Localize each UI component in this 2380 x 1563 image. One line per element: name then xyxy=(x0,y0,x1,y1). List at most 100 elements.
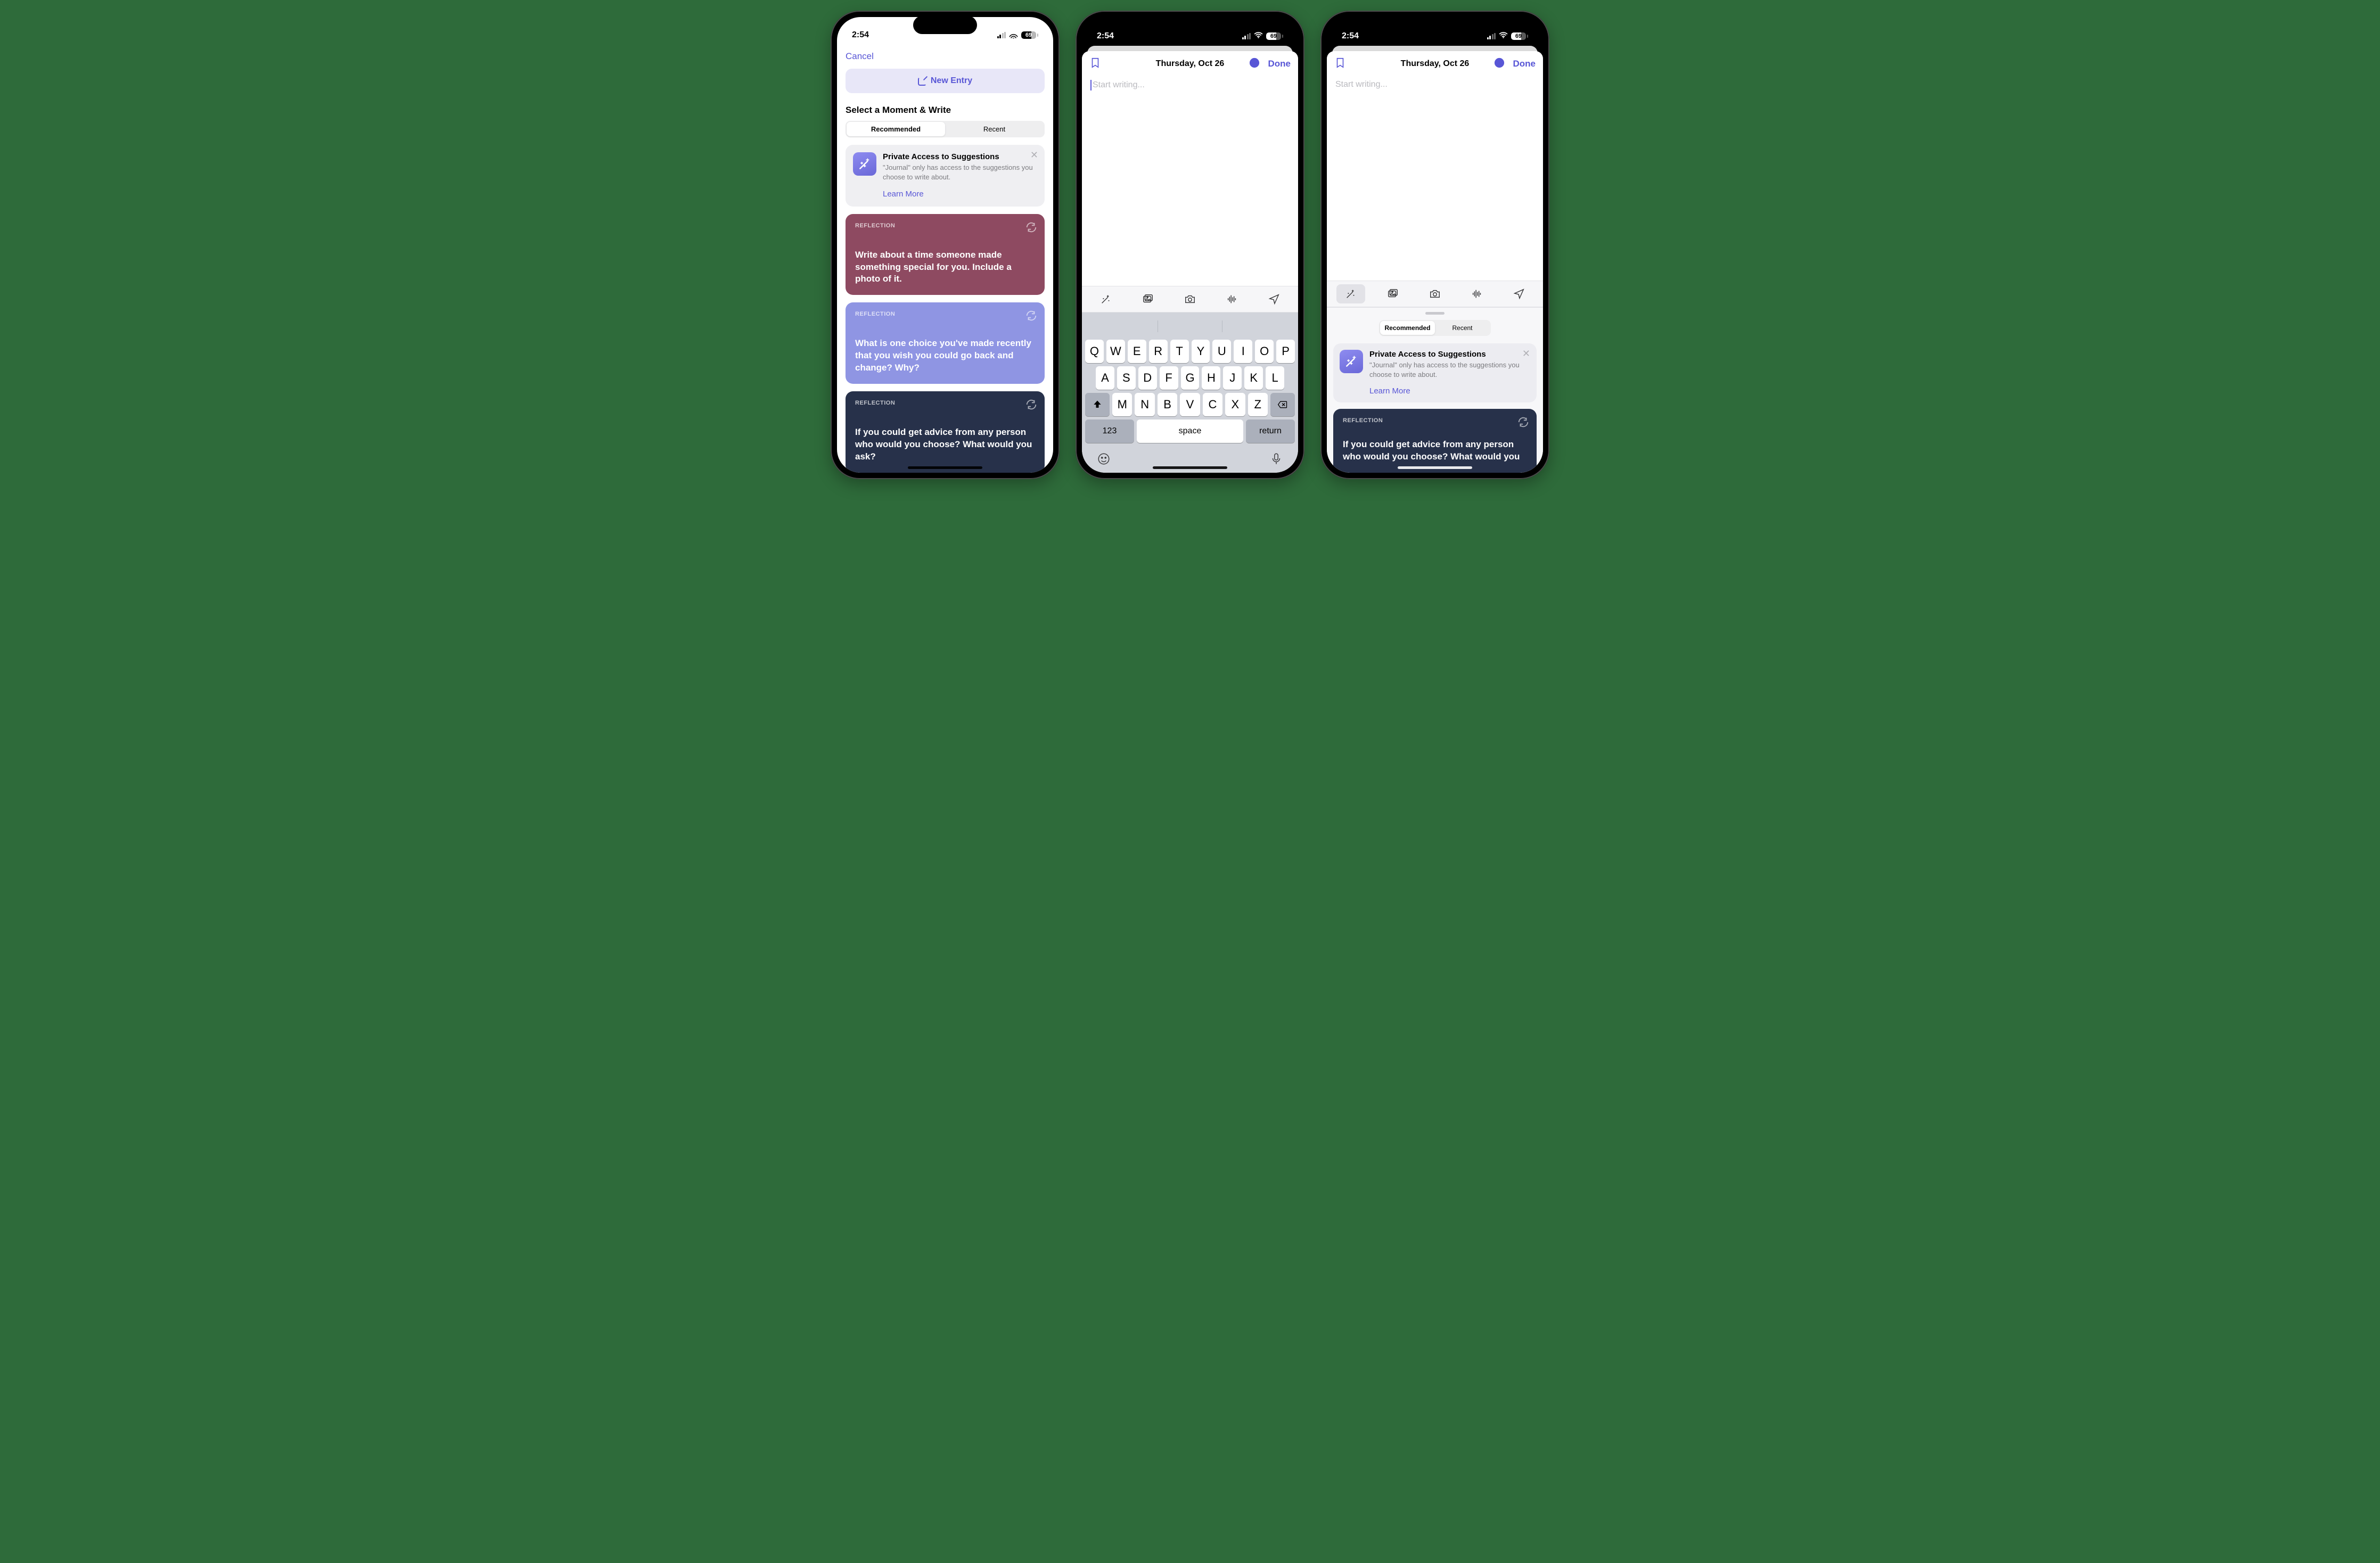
key-q[interactable]: Q xyxy=(1085,340,1104,363)
cancel-button[interactable]: Cancel xyxy=(846,51,874,62)
reflection-card-2[interactable]: REFLECTION What is one choice you've mad… xyxy=(846,302,1045,384)
key-p[interactable]: P xyxy=(1276,340,1295,363)
editor-textarea[interactable]: Start writing... xyxy=(1327,77,1543,281)
toolbar-location-icon[interactable] xyxy=(1260,290,1289,309)
key-g[interactable]: G xyxy=(1181,366,1200,390)
key-s[interactable]: S xyxy=(1117,366,1136,390)
privacy-body: "Journal" only has access to the suggest… xyxy=(883,163,1037,182)
toolbar-audio-icon[interactable] xyxy=(1463,284,1491,303)
emoji-key[interactable] xyxy=(1097,452,1111,468)
toolbar-suggestions-icon[interactable] xyxy=(1091,290,1120,309)
reflection-card-1[interactable]: REFLECTION Write about a time someone ma… xyxy=(846,214,1045,295)
close-icon[interactable]: ✕ xyxy=(1522,349,1530,358)
bookmark-icon[interactable] xyxy=(1089,57,1101,71)
keyboard-bottom-row xyxy=(1084,445,1296,470)
key-i[interactable]: I xyxy=(1234,340,1252,363)
keyboard-row-3: MNBVCXZ xyxy=(1084,391,1296,418)
space-key[interactable]: space xyxy=(1137,419,1243,443)
status-right: 69 xyxy=(997,31,1039,39)
home-indicator[interactable] xyxy=(1153,466,1227,469)
done-button[interactable]: Done xyxy=(1513,59,1536,69)
segment-recent[interactable]: Recent xyxy=(945,122,1044,136)
dynamic-island xyxy=(1403,16,1467,34)
new-entry-label: New Entry xyxy=(931,76,972,86)
key-v[interactable]: V xyxy=(1180,393,1200,416)
segment-recent[interactable]: Recent xyxy=(1435,321,1490,335)
key-r[interactable]: R xyxy=(1149,340,1168,363)
segmented-control[interactable]: Recommended Recent xyxy=(846,121,1045,137)
refresh-icon[interactable] xyxy=(1517,416,1529,431)
wifi-icon xyxy=(1009,32,1018,38)
refresh-icon[interactable] xyxy=(1025,310,1037,324)
learn-more-link[interactable]: Learn More xyxy=(883,190,924,199)
key-x[interactable]: X xyxy=(1225,393,1245,416)
key-c[interactable]: C xyxy=(1203,393,1222,416)
editor-date: Thursday, Oct 26 xyxy=(1401,59,1470,69)
toolbar-photos-icon[interactable] xyxy=(1378,284,1407,303)
screen-3: 2:54 69 Thursday, Oct 26 Done xyxy=(1327,17,1543,473)
bookmark-icon[interactable] xyxy=(1334,57,1346,71)
toolbar-audio-icon[interactable] xyxy=(1218,290,1246,309)
ellipsis-icon[interactable] xyxy=(1493,57,1505,71)
dynamic-island xyxy=(1158,16,1222,34)
keyboard-row-1: QWERTYUIOP xyxy=(1084,338,1296,365)
segmented-control[interactable]: Recommended Recent xyxy=(1379,320,1491,336)
text-caret xyxy=(1090,80,1091,91)
key-m[interactable]: M xyxy=(1112,393,1132,416)
key-e[interactable]: E xyxy=(1128,340,1146,363)
new-entry-button[interactable]: New Entry xyxy=(846,69,1045,93)
screen-2: 2:54 69 Thursday, Oct 26 Done xyxy=(1082,17,1298,473)
backspace-key[interactable] xyxy=(1270,393,1295,416)
home-indicator[interactable] xyxy=(1398,466,1472,469)
compose-icon xyxy=(918,76,928,86)
key-z[interactable]: Z xyxy=(1248,393,1268,416)
shift-key[interactable] xyxy=(1085,393,1110,416)
screen-1: 2:54 69 Cancel New Entry Select a Moment… xyxy=(837,17,1053,473)
status-right: 69 xyxy=(1487,31,1529,41)
segment-recommended[interactable]: Recommended xyxy=(1380,321,1435,335)
key-a[interactable]: A xyxy=(1096,366,1114,390)
key-j[interactable]: J xyxy=(1223,366,1242,390)
key-k[interactable]: K xyxy=(1244,366,1263,390)
key-y[interactable]: Y xyxy=(1192,340,1210,363)
toolbar-photos-icon[interactable] xyxy=(1134,290,1162,309)
keyboard-row-2: ASDFGHJKL xyxy=(1084,365,1296,391)
toolbar-camera-icon[interactable] xyxy=(1176,290,1204,309)
toolbar-location-icon[interactable] xyxy=(1505,284,1533,303)
editor-textarea[interactable]: Start writing... xyxy=(1082,77,1298,286)
reflection-card[interactable]: REFLECTION If you could get advice from … xyxy=(1333,409,1537,473)
key-h[interactable]: H xyxy=(1202,366,1220,390)
key-w[interactable]: W xyxy=(1106,340,1125,363)
status-right: 69 xyxy=(1242,31,1284,41)
key-o[interactable]: O xyxy=(1255,340,1274,363)
home-indicator[interactable] xyxy=(908,466,982,469)
keyboard[interactable]: QWERTYUIOP ASDFGHJKL MNBVCXZ 123 space r… xyxy=(1082,312,1298,473)
reflection-label: REFLECTION xyxy=(855,311,1035,317)
refresh-icon[interactable] xyxy=(1025,221,1037,236)
reflection-card-3[interactable]: REFLECTION If you could get advice from … xyxy=(846,391,1045,473)
segment-recommended[interactable]: Recommended xyxy=(847,122,945,136)
done-button[interactable]: Done xyxy=(1268,59,1291,69)
keyboard-predictions[interactable] xyxy=(1084,315,1296,338)
key-u[interactable]: U xyxy=(1212,340,1231,363)
suggestions-panel[interactable]: Recommended Recent Private Access to Sug… xyxy=(1327,307,1543,473)
editor-placeholder: Start writing... xyxy=(1335,80,1388,89)
wand-icon xyxy=(1340,350,1363,373)
return-key[interactable]: return xyxy=(1246,419,1295,443)
numbers-key[interactable]: 123 xyxy=(1085,419,1134,443)
toolbar-camera-icon[interactable] xyxy=(1421,284,1449,303)
drag-handle[interactable] xyxy=(1425,312,1445,315)
toolbar-suggestions-icon[interactable] xyxy=(1336,284,1365,303)
ellipsis-icon[interactable] xyxy=(1249,57,1260,71)
dictation-key[interactable] xyxy=(1269,452,1283,468)
close-icon[interactable]: ✕ xyxy=(1030,150,1038,160)
refresh-icon[interactable] xyxy=(1025,399,1037,413)
key-f[interactable]: F xyxy=(1160,366,1178,390)
key-b[interactable]: B xyxy=(1158,393,1177,416)
key-d[interactable]: D xyxy=(1138,366,1157,390)
key-t[interactable]: T xyxy=(1170,340,1189,363)
learn-more-link[interactable]: Learn More xyxy=(1369,386,1410,396)
cellular-icon xyxy=(997,32,1006,38)
key-l[interactable]: L xyxy=(1266,366,1284,390)
key-n[interactable]: N xyxy=(1135,393,1154,416)
